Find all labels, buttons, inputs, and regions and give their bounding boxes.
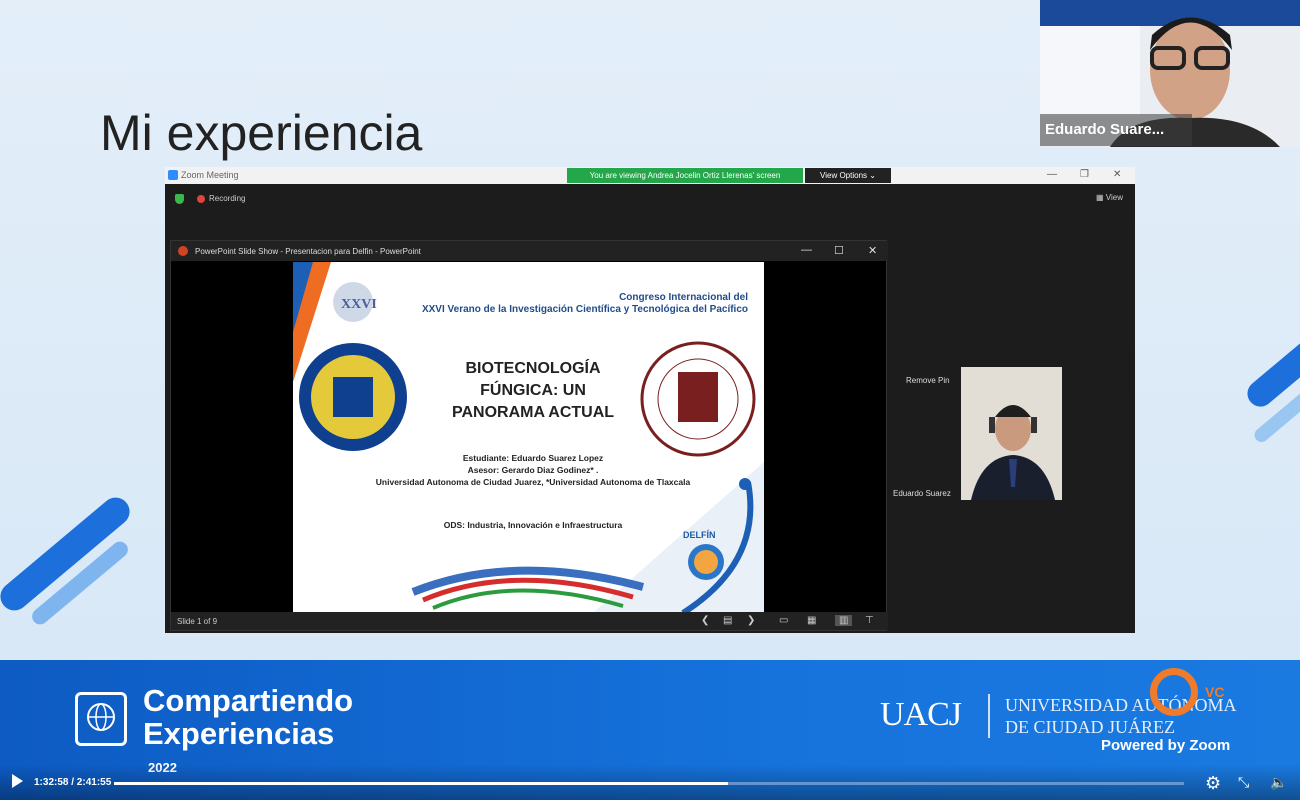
logo-divider [988, 694, 990, 738]
event-name: Compartiendo Experiencias [143, 684, 353, 750]
close-icon[interactable]: ✕ [868, 244, 877, 257]
advisor-line: Asesor: Gerardo Diaz Godinez* . [467, 465, 599, 475]
recording-icon [197, 195, 205, 203]
globe-chat-icon [75, 692, 127, 746]
delfin-logo: DELFÍN [683, 530, 716, 540]
globe-icon [87, 703, 115, 731]
close-icon[interactable]: ✕ [1113, 169, 1121, 180]
event-name-line-1: Compartiendo [143, 683, 354, 718]
notes-icon[interactable]: ▤ [723, 615, 732, 626]
previous-slide-icon[interactable]: ❮ [701, 615, 709, 626]
maximize-icon[interactable]: ❐ [1080, 169, 1089, 180]
participant-video [961, 367, 1062, 500]
minimize-icon[interactable]: — [801, 244, 812, 256]
congress-line-1: Congreso Internacional del [619, 292, 748, 303]
progress-fill [114, 782, 729, 785]
university-name: UNIVERSIDAD AUTÓNOMA DE CIUDAD JUÁREZ [1005, 694, 1237, 738]
vc-logo-text: VC [1205, 684, 1225, 700]
video-frame: Mi experiencia Zoom Meeting You are view… [0, 0, 1300, 800]
zoom-meeting-window: Zoom Meeting You are viewing Andrea Joce… [165, 167, 1135, 633]
settings-gear-icon[interactable]: ⚙ [1205, 773, 1221, 794]
participant-figure [961, 367, 1062, 500]
powerpoint-icon [178, 246, 188, 256]
powerpoint-window-title: PowerPoint Slide Show - Presentacion par… [195, 247, 421, 256]
vc-logo-icon [1150, 668, 1198, 716]
security-shield-icon[interactable] [175, 194, 184, 204]
volume-icon[interactable]: 🔈 [1270, 774, 1287, 791]
recording-label: Recording [209, 194, 246, 203]
slide-title: Mi experiencia [100, 105, 423, 161]
speaker-name-label: Eduardo Suare... [1040, 114, 1192, 146]
slide-sorter-icon[interactable]: ▦ [807, 615, 816, 626]
reading-view-icon[interactable]: ▥ [835, 615, 853, 626]
slideshow-toolbar: Slide 1 of 9 ❮ ▤ ❯ ▭ ▦ ▥ ⊤ [171, 612, 888, 630]
author-details: Estudiante: Eduardo Suarez Lopez Asesor:… [353, 452, 713, 488]
progress-track[interactable] [114, 782, 1184, 785]
playback-time: 1:32:58 / 2:41:55 [34, 777, 112, 788]
slideshow-icon[interactable]: ⊤ [865, 615, 874, 626]
view-options-button[interactable]: View Options ⌄ [805, 168, 891, 183]
powered-by-zoom: Powered by Zoom [1101, 737, 1231, 754]
congress-line-2: XXVI Verano de la Investigación Científi… [421, 304, 748, 315]
university-line: Universidad Autonoma de Ciudad Juarez, *… [375, 477, 691, 487]
powerpoint-titlebar: PowerPoint Slide Show - Presentacion par… [171, 241, 888, 261]
maximize-icon[interactable]: ☐ [834, 244, 844, 257]
video-player-controls: 1:32:58 / 2:41:55 ⚙ ⤡ 🔈 [0, 764, 1300, 800]
uacj-logo: UACJ [880, 696, 962, 733]
zoom-window-title: Zoom Meeting [181, 170, 239, 180]
zoom-titlebar: Zoom Meeting You are viewing Andrea Joce… [165, 167, 1135, 184]
next-slide-icon[interactable]: ❯ [747, 615, 755, 626]
presentation-slide: XXVI Congreso Internacional del XXVI Ver… [293, 262, 764, 613]
powerpoint-window: PowerPoint Slide Show - Presentacion par… [170, 240, 888, 631]
university-name-line-1: UNIVERSIDAD AUTÓNOMA [1005, 695, 1237, 715]
svg-text:XXVI: XXVI [341, 297, 377, 312]
play-icon[interactable] [12, 774, 23, 788]
university-name-line-2: DE CIUDAD JUÁREZ [1005, 717, 1175, 737]
minimize-icon[interactable]: — [1047, 169, 1057, 180]
exit-fullscreen-icon[interactable]: ⤡ [1238, 774, 1249, 791]
congress-heading: Congreso Internacional del XXVI Verano d… [422, 292, 748, 316]
viewing-screen-banner: You are viewing Andrea Jocelin Ortiz Lle… [567, 168, 803, 183]
ods-line: ODS: Industria, Innovación e Infraestruc… [443, 520, 623, 530]
presentation-title: BIOTECNOLOGÍA FÚNGICA: UN PANORAMA ACTUA… [451, 360, 615, 421]
remove-pin-button[interactable]: Remove Pin [906, 376, 950, 385]
normal-view-icon[interactable]: ▭ [779, 615, 788, 626]
participant-name-label: Eduardo Suarez [893, 489, 951, 498]
view-button[interactable]: ▦ View [1096, 193, 1123, 202]
event-name-line-2: Experiencias [143, 716, 335, 751]
zoom-logo-icon [168, 170, 178, 180]
slide-counter: Slide 1 of 9 [177, 617, 218, 626]
student-line: Estudiante: Eduardo Suarez Lopez [462, 453, 604, 463]
